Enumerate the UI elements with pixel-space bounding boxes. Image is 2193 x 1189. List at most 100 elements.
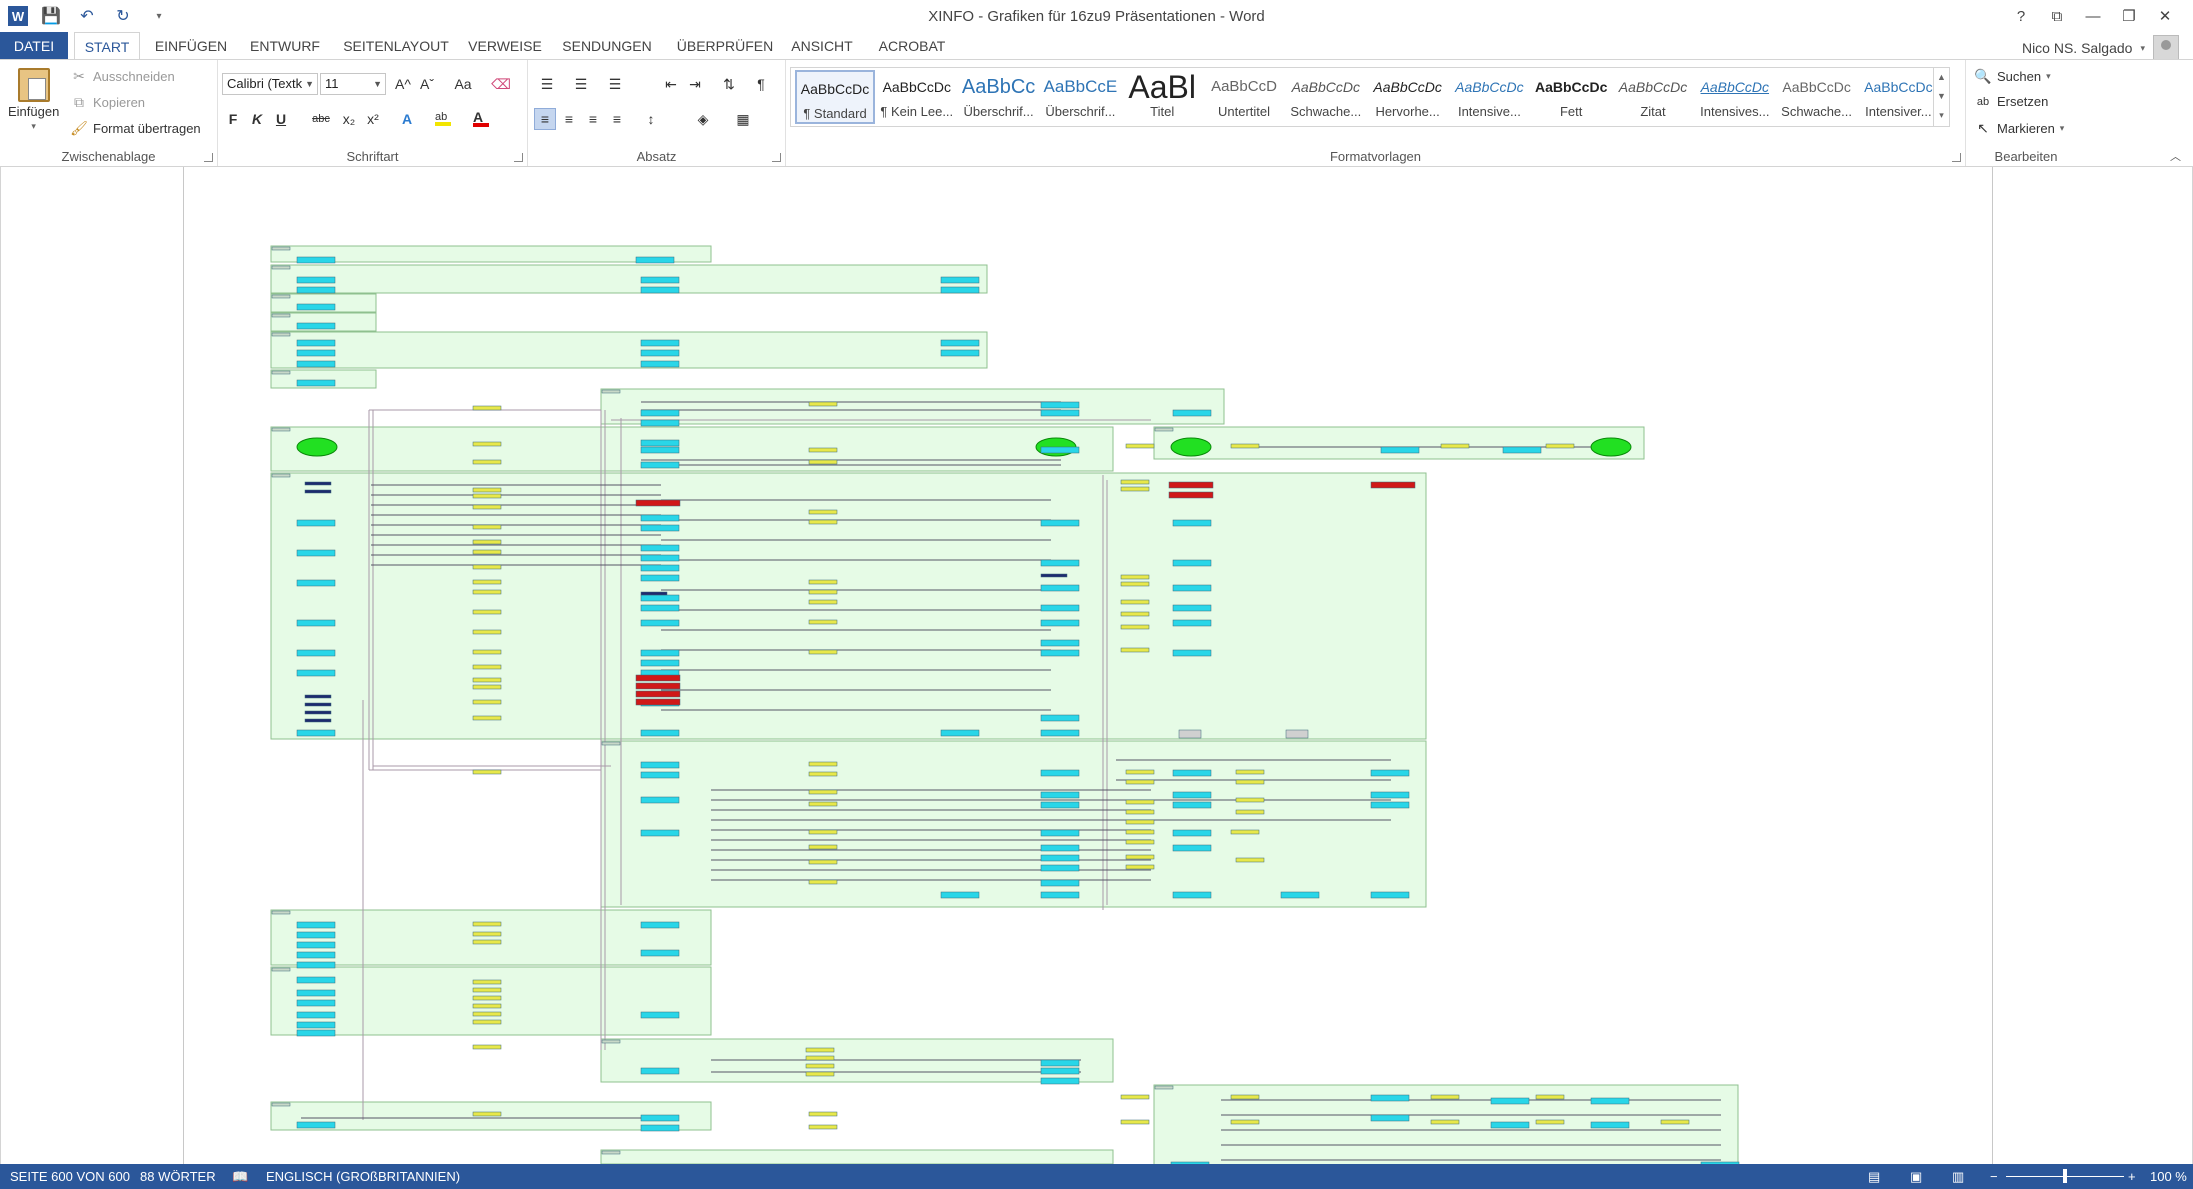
italic-button[interactable]: K <box>246 108 268 130</box>
help-icon[interactable]: ? <box>2003 3 2039 29</box>
decrease-indent-icon[interactable]: ⇤ <box>660 73 682 95</box>
style-14[interactable]: AaBbCcDc Intensiver... <box>1858 70 1938 124</box>
underline-button[interactable]: U <box>270 108 292 130</box>
tab-einfuegen[interactable]: EINFÜGEN <box>150 32 232 60</box>
diagram-node <box>1178 729 1202 739</box>
clear-formatting-icon[interactable]: ⌫ <box>490 73 512 95</box>
style-3[interactable]: AaBbCc Überschrif... <box>959 70 1039 124</box>
style-10[interactable]: AaBbCcDc Fett <box>1531 70 1611 124</box>
proofing-icon[interactable]: 📖 <box>232 1169 248 1185</box>
text-effects-icon[interactable]: A <box>396 108 418 130</box>
chevron-down-icon[interactable]: ▾ <box>31 121 36 132</box>
format-painter-button[interactable]: 🖌 Format übertragen <box>70 120 201 137</box>
cut-button[interactable]: ✂ Ausschneiden <box>70 68 175 85</box>
tab-acrobat[interactable]: ACROBAT <box>874 32 950 60</box>
shrink-font-button[interactable]: Aˇ <box>416 73 438 95</box>
style-5[interactable]: AaBl Titel <box>1122 70 1202 124</box>
paste-button[interactable]: Einfügen ▾ <box>8 68 59 132</box>
tab-ansicht[interactable]: ANSICHT <box>790 32 854 60</box>
select-button[interactable]: ↖ Markieren ▾ <box>1974 120 2064 137</box>
user-account[interactable]: Nico NS. Salgado ▾ <box>2022 35 2179 61</box>
diagram-node <box>1120 581 1150 587</box>
style-name: ¶ Standard <box>803 106 867 121</box>
justify-icon[interactable]: ≡ <box>606 108 628 130</box>
tab-ueberpruefen[interactable]: ÜBERPRÜFEN <box>672 32 778 60</box>
tab-verweise[interactable]: VERWEISE <box>468 32 542 60</box>
print-layout-icon[interactable]: ▣ <box>1910 1169 1922 1185</box>
replace-button[interactable]: ab Ersetzen <box>1974 94 2048 109</box>
zoom-level[interactable]: 100 % <box>2150 1169 2187 1184</box>
tab-datei[interactable]: DATEI <box>0 32 68 60</box>
style-name: Fett <box>1559 104 1583 119</box>
close-icon[interactable]: ✕ <box>2147 3 2183 29</box>
collapse-ribbon-icon[interactable]: ︿ <box>2170 148 2181 164</box>
strikethrough-button[interactable]: abc <box>306 108 336 130</box>
align-left-icon[interactable]: ≡ <box>534 108 556 130</box>
highlight-icon[interactable]: ab <box>432 108 454 130</box>
superscript-button[interactable]: x² <box>362 108 384 130</box>
tab-start[interactable]: START <box>74 32 140 60</box>
bold-button[interactable]: F <box>222 108 244 130</box>
diagram-canvas[interactable] <box>181 167 1741 1164</box>
copy-button[interactable]: ⧉ Kopieren <box>70 94 145 111</box>
diagram-node <box>472 921 502 927</box>
style-6[interactable]: AaBbCcD Untertitel <box>1204 70 1284 124</box>
multilevel-list-icon[interactable]: ☰ <box>604 73 626 95</box>
zoom-slider-thumb[interactable] <box>2063 1169 2067 1183</box>
chevron-down-icon[interactable]: ▾ <box>2140 43 2145 54</box>
style-4[interactable]: AaBbCcE Überschrif... <box>1040 70 1120 124</box>
style-1[interactable]: AaBbCcDc ¶ Standard <box>795 70 875 124</box>
avatar[interactable] <box>2153 35 2179 61</box>
align-center-icon[interactable]: ≡ <box>558 108 580 130</box>
zoom-out-icon[interactable]: − <box>1990 1169 1998 1184</box>
dialog-launcher-icon[interactable] <box>772 153 781 162</box>
sort-icon[interactable]: ⇅ <box>718 73 740 95</box>
style-11[interactable]: AaBbCcDc Zitat <box>1613 70 1693 124</box>
borders-icon[interactable]: ▦ <box>732 108 754 130</box>
page-count[interactable]: SEITE 600 VON 600 <box>10 1169 130 1184</box>
diagram-node <box>472 939 502 945</box>
word-count[interactable]: 88 WÖRTER <box>140 1169 216 1184</box>
style-2[interactable]: AaBbCcDc ¶ Kein Lee... <box>877 70 957 124</box>
language-indicator[interactable]: ENGLISCH (GROßBRITANNIEN) <box>266 1169 460 1184</box>
web-layout-icon[interactable]: ▥ <box>1952 1169 1964 1185</box>
restore-icon[interactable]: ❐ <box>2111 3 2147 29</box>
read-mode-icon[interactable]: ▤ <box>1868 1169 1880 1185</box>
tab-seitenlayout[interactable]: SEITENLAYOUT <box>340 32 452 60</box>
align-right-icon[interactable]: ≡ <box>582 108 604 130</box>
dialog-launcher-icon[interactable] <box>1952 153 1961 162</box>
user-name[interactable]: Nico NS. Salgado <box>2022 40 2133 56</box>
style-9[interactable]: AaBbCcDc Intensive... <box>1449 70 1529 124</box>
diagram-node <box>1125 799 1155 805</box>
show-formatting-icon[interactable]: ¶ <box>750 73 772 95</box>
diagram-node <box>1125 854 1155 860</box>
tab-entwurf[interactable]: ENTWURF <box>246 32 324 60</box>
diagram-node <box>1172 604 1212 612</box>
shading-icon[interactable]: ◈ <box>692 108 714 130</box>
font-color-icon[interactable]: A <box>470 108 492 130</box>
subscript-button[interactable]: x₂ <box>338 108 360 130</box>
style-12[interactable]: AaBbCcDc Intensives... <box>1695 70 1775 124</box>
line-spacing-icon[interactable]: ↕ <box>640 108 662 130</box>
zoom-in-icon[interactable]: + <box>2128 1169 2136 1184</box>
style-7[interactable]: AaBbCcDc Schwache... <box>1286 70 1366 124</box>
chevron-down-icon: ▼ <box>305 79 314 89</box>
dialog-launcher-icon[interactable] <box>204 153 213 162</box>
grow-font-button[interactable]: A^ <box>392 73 414 95</box>
tab-sendungen[interactable]: SENDUNGEN <box>558 32 656 60</box>
style-8[interactable]: AaBbCcDc Hervorhe... <box>1368 70 1448 124</box>
style-13[interactable]: AaBbCcDc Schwache... <box>1777 70 1857 124</box>
numbering-icon[interactable]: ☰ <box>570 73 592 95</box>
increase-indent-icon[interactable]: ⇥ <box>684 73 706 95</box>
dialog-launcher-icon[interactable] <box>514 153 523 162</box>
ribbon-display-icon[interactable]: ⧉ <box>2039 3 2075 29</box>
start-end-node <box>296 437 338 457</box>
font-size-select[interactable]: 11 ▼ <box>320 73 386 95</box>
change-case-button[interactable]: Aa <box>446 73 480 95</box>
bullets-icon[interactable]: ☰ <box>536 73 558 95</box>
minimize-icon[interactable]: — <box>2075 3 2111 29</box>
font-family-select[interactable]: Calibri (Textk ▼ <box>222 73 318 95</box>
find-button[interactable]: 🔍 Suchen ▾ <box>1974 68 2050 85</box>
diagram-node <box>1125 839 1155 845</box>
chevron-down-icon: ▼ <box>373 79 382 89</box>
